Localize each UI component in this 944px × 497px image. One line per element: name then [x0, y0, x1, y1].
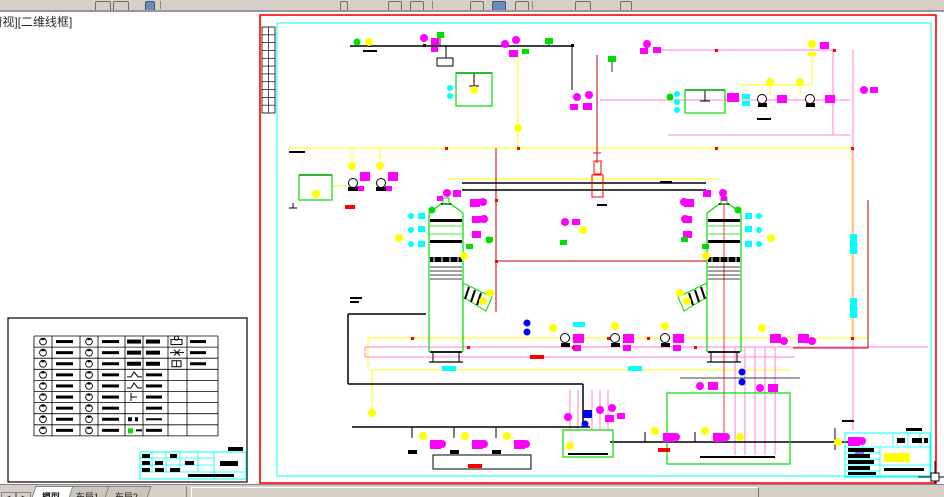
toolbar-icon-fragment[interactable]	[620, 1, 632, 10]
legend-panel	[7, 317, 248, 483]
toolbar	[0, 0, 944, 12]
layout-tabbar: ◄► 模型布局1布局2	[0, 484, 944, 497]
toolbar-icon-fragment[interactable]	[113, 1, 129, 10]
layout-tab-2[interactable]: 布局2	[103, 486, 152, 497]
valve-and-symbol-blocks	[289, 32, 922, 468]
toolbar-icon-fragment[interactable]	[95, 1, 111, 10]
toolbar-icon-fragment[interactable]	[532, 1, 533, 9]
toolbar-icon-fragment[interactable]	[470, 1, 484, 10]
drawing-canvas[interactable]	[0, 0, 944, 497]
layout-tab-0[interactable]: 模型	[30, 486, 74, 497]
toolbar-icon-fragment[interactable]	[145, 1, 155, 10]
toolbar-icon-fragment[interactable]	[575, 1, 591, 10]
autocad-window: [俯视][二维线框] ◄► 模型布局1布局2	[0, 0, 944, 497]
toolbar-icon-fragment[interactable]	[340, 1, 348, 10]
scrollbar-thumb[interactable]	[191, 487, 759, 497]
viewport-label: [俯视][二维线框]	[0, 15, 73, 29]
tab-nav-arrow-0[interactable]: ◄	[1, 492, 16, 497]
tab-nav-buttons: ◄►	[1, 486, 31, 497]
tab-nav-arrow-1[interactable]: ►	[16, 492, 31, 497]
toolbar-icon-fragment[interactable]	[160, 1, 161, 9]
toolbar-icon-fragment[interactable]	[410, 1, 424, 10]
toolbar-icon-fragment[interactable]	[492, 1, 506, 10]
toolbar-icon-fragment[interactable]	[388, 1, 402, 10]
horizontal-scrollbar[interactable]	[186, 486, 944, 497]
toolbar-icon-fragment[interactable]	[432, 1, 433, 9]
toolbar-icon-fragment[interactable]	[515, 1, 529, 10]
layout-tabs: 模型 布局1 布局2	[30, 486, 152, 497]
